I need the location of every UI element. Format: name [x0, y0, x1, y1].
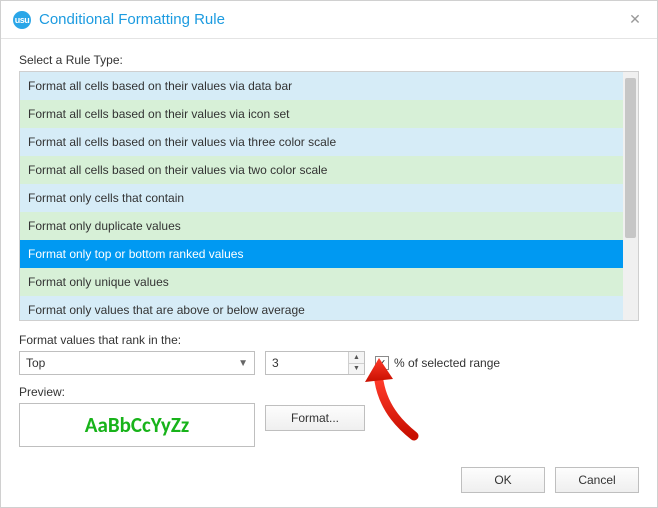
rule-type-item[interactable]: Format only duplicate values: [20, 212, 623, 240]
ok-button[interactable]: OK: [461, 467, 545, 493]
scroll-thumb[interactable]: [625, 78, 636, 238]
preview-sample-text: AaBbCcYyZz: [85, 412, 190, 438]
percent-checkbox-group[interactable]: ✓ % of selected range: [375, 356, 500, 370]
rank-count-spinner[interactable]: 3 ▲ ▼: [265, 351, 365, 375]
rule-type-item[interactable]: Format only values that are above or bel…: [20, 296, 623, 320]
dialog-footer: OK Cancel: [461, 467, 639, 493]
title-bar: usu Conditional Formatting Rule ✕: [1, 1, 657, 39]
rank-direction-select[interactable]: Top ▼: [19, 351, 255, 375]
rule-type-item[interactable]: Format all cells based on their values v…: [20, 72, 623, 100]
rule-type-list: Format all cells based on their values v…: [19, 71, 639, 321]
preview-box: AaBbCcYyZz: [19, 403, 255, 447]
rule-type-item[interactable]: Format all cells based on their values v…: [20, 128, 623, 156]
spinner-down-icon[interactable]: ▼: [349, 364, 364, 375]
rule-type-item[interactable]: Format all cells based on their values v…: [20, 100, 623, 128]
chevron-down-icon: ▼: [238, 358, 248, 369]
rule-type-label: Select a Rule Type:: [19, 53, 639, 67]
rank-direction-value: Top: [26, 356, 45, 370]
preview-label: Preview:: [19, 385, 255, 399]
rule-type-item[interactable]: Format only cells that contain: [20, 184, 623, 212]
rule-type-item[interactable]: Format only unique values: [20, 268, 623, 296]
cancel-button[interactable]: Cancel: [555, 467, 639, 493]
percent-checkbox[interactable]: ✓: [375, 356, 389, 370]
rule-type-item-selected[interactable]: Format only top or bottom ranked values: [20, 240, 623, 268]
rule-type-item[interactable]: Format all cells based on their values v…: [20, 156, 623, 184]
format-button[interactable]: Format...: [265, 405, 365, 431]
spinner-up-icon[interactable]: ▲: [349, 352, 364, 364]
rule-list-scrollbar[interactable]: [623, 72, 638, 320]
close-icon[interactable]: ✕: [623, 8, 647, 32]
rank-count-value[interactable]: 3: [266, 352, 348, 374]
percent-checkbox-label: % of selected range: [394, 356, 500, 370]
window-title: Conditional Formatting Rule: [39, 11, 225, 28]
app-icon: usu: [13, 11, 31, 29]
rank-label: Format values that rank in the:: [19, 333, 639, 347]
